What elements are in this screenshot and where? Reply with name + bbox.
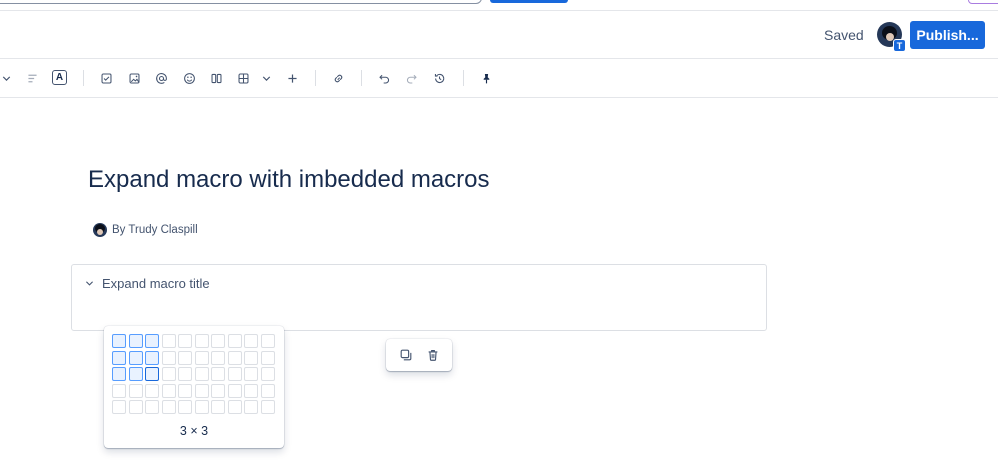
toolbar-separator <box>315 70 316 86</box>
table-size-cell[interactable] <box>227 334 242 348</box>
table-size-cell[interactable] <box>178 367 192 381</box>
macro-floating-toolbar <box>386 339 452 371</box>
avatar-badge: T <box>893 39 906 52</box>
table-size-cell[interactable] <box>178 400 192 414</box>
table-size-cell[interactable] <box>145 400 159 414</box>
expand-macro[interactable]: Expand macro title <box>71 264 767 331</box>
copy-icon[interactable] <box>395 344 417 366</box>
toolbar-separator <box>361 70 362 86</box>
table-size-cell[interactable] <box>244 367 258 381</box>
table-size-cell[interactable] <box>211 367 225 381</box>
byline-text: By Trudy Claspill <box>112 224 198 236</box>
table-size-cell[interactable] <box>260 367 275 381</box>
table-size-cell[interactable] <box>260 334 275 348</box>
emoji-icon[interactable] <box>179 68 199 88</box>
table-size-picker: 3 × 3 <box>104 326 284 448</box>
table-size-cell[interactable] <box>227 350 242 365</box>
table-size-cell[interactable] <box>178 334 192 348</box>
table-size-cell[interactable] <box>178 383 192 398</box>
table-size-cell[interactable] <box>161 350 176 365</box>
table-size-cell[interactable] <box>161 334 176 348</box>
table-size-cell[interactable] <box>112 383 126 398</box>
table-size-cell[interactable] <box>244 400 258 414</box>
table-size-cell[interactable] <box>194 383 209 398</box>
chevron-down-icon <box>86 281 93 286</box>
link-icon[interactable] <box>328 68 348 88</box>
text-color-icon[interactable]: A <box>52 70 67 85</box>
table-size-cell[interactable] <box>128 350 143 365</box>
delete-icon[interactable] <box>422 344 444 366</box>
table-size-cell[interactable] <box>194 400 209 414</box>
page-title[interactable]: Expand macro with imbedded macros <box>88 166 490 194</box>
table-size-cell[interactable] <box>128 334 143 348</box>
table-size-cell[interactable] <box>112 350 126 365</box>
byline: By Trudy Claspill <box>93 223 198 237</box>
toolbar-divider <box>0 97 998 98</box>
save-status: Saved <box>824 27 864 43</box>
redo-icon[interactable] <box>401 68 421 88</box>
table-size-cell[interactable] <box>161 383 176 398</box>
align-icon[interactable] <box>22 68 42 88</box>
chevron-down-icon[interactable] <box>0 68 16 88</box>
table-size-cell[interactable] <box>145 383 159 398</box>
table-size-cell[interactable] <box>211 350 225 365</box>
image-icon[interactable] <box>124 68 144 88</box>
table-size-cell[interactable] <box>112 400 126 414</box>
table-size-cell[interactable] <box>145 367 159 381</box>
table-size-cell[interactable] <box>178 350 192 365</box>
table-size-cell[interactable] <box>145 350 159 365</box>
top-divider <box>0 10 998 11</box>
table-size-cell[interactable] <box>211 400 225 414</box>
table-size-cell[interactable] <box>145 334 159 348</box>
table-size-cell[interactable] <box>112 334 126 348</box>
table-size-cell[interactable] <box>227 400 242 414</box>
table-size-cell[interactable] <box>161 400 176 414</box>
publish-button[interactable]: Publish... <box>910 21 985 49</box>
table-size-cell[interactable] <box>161 367 176 381</box>
top-search-input[interactable] <box>0 0 482 4</box>
history-icon[interactable] <box>429 68 449 88</box>
toolbar-separator <box>83 70 84 86</box>
expand-macro-header[interactable]: Expand macro title <box>84 276 210 291</box>
table-size-cell[interactable] <box>260 383 275 398</box>
table-size-cell[interactable] <box>211 383 225 398</box>
plus-icon[interactable] <box>282 68 302 88</box>
editor-page: Saved T Publish... A Expand macro with i… <box>0 0 998 474</box>
table-size-cell[interactable] <box>227 383 242 398</box>
table-size-cell[interactable] <box>260 350 275 365</box>
chevron-down-icon[interactable] <box>256 68 276 88</box>
table-size-cell[interactable] <box>260 400 275 414</box>
table-size-cell[interactable] <box>194 367 209 381</box>
expand-macro-title[interactable]: Expand macro title <box>102 276 210 291</box>
table-size-cell[interactable] <box>128 400 143 414</box>
table-size-label: 3 × 3 <box>179 424 209 438</box>
table-size-cell[interactable] <box>244 383 258 398</box>
table-icon[interactable] <box>233 68 253 88</box>
editor-toolbar: A <box>0 64 998 92</box>
layout-icon[interactable] <box>206 68 226 88</box>
header-divider <box>0 58 998 59</box>
toolbar-separator <box>463 70 464 86</box>
mention-icon[interactable] <box>151 68 171 88</box>
pin-icon[interactable] <box>476 68 496 88</box>
table-size-cell[interactable] <box>112 367 126 381</box>
author-avatar <box>93 223 107 237</box>
top-nav-purple-button[interactable] <box>968 0 998 4</box>
table-size-cell[interactable] <box>227 367 242 381</box>
checkbox-icon[interactable] <box>96 68 116 88</box>
table-size-cell[interactable] <box>128 367 143 381</box>
table-size-cell[interactable] <box>211 334 225 348</box>
table-size-cell[interactable] <box>128 383 143 398</box>
table-size-grid <box>112 334 275 414</box>
table-size-cell[interactable] <box>244 334 258 348</box>
table-size-cell[interactable] <box>194 350 209 365</box>
table-size-cell[interactable] <box>194 334 209 348</box>
avatar[interactable]: T <box>877 22 906 52</box>
undo-icon[interactable] <box>374 68 394 88</box>
top-nav-button[interactable] <box>490 0 568 3</box>
table-size-cell[interactable] <box>244 350 258 365</box>
